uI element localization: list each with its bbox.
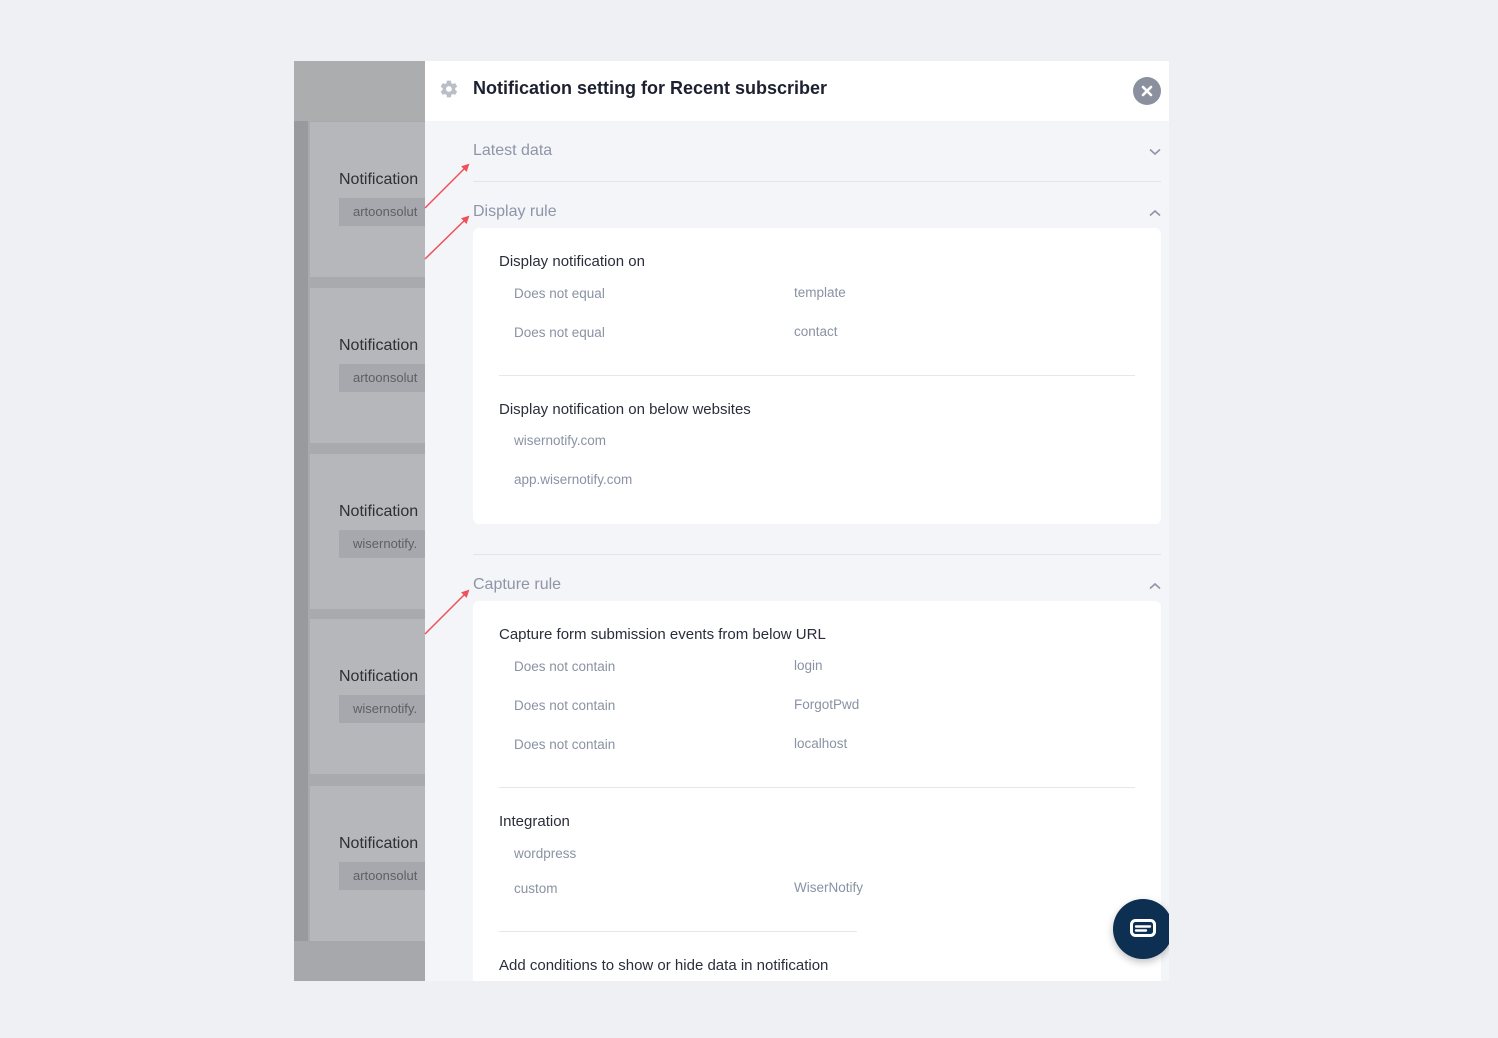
background-card-chip: artoonsolut [339,364,429,392]
background-card-chip: wisernotify. [339,530,429,558]
background-card-title: Notification [339,668,419,685]
background-card-title: Notification [339,503,419,520]
background-card-chip: artoonsolut [339,198,429,226]
close-button[interactable] [1133,77,1161,105]
background-bottom [294,941,425,981]
website-item: wisernotify.com [514,433,607,448]
websites-heading: Display notification on below websites [499,401,751,418]
screenshot-frame: Notification artoonsolut Notification ar… [294,61,1169,981]
conditions-heading: Add conditions to show or hide data in n… [499,957,829,974]
rule-condition: Does not equal [514,325,605,340]
background-card-title: Notification [339,835,419,852]
rule-condition: Does not equal [514,286,605,301]
background-card[interactable]: Notification artoonsolut [310,786,429,941]
section-divider [473,181,1161,182]
display-rule-card: Display notification on Does not equal t… [473,228,1161,524]
integration-name: wordpress [514,846,577,861]
background-card[interactable]: Notification artoonsolut [310,288,429,443]
rule-value: login [794,658,823,673]
chat-button[interactable] [1113,899,1169,959]
background-notification-list: Notification artoonsolut Notification ar… [294,61,429,981]
background-card[interactable]: Notification wisernotify. [310,454,429,609]
panel-header: Notification setting for Recent subscrib… [425,61,1169,121]
background-card-title: Notification [339,171,419,188]
rule-value: contact [794,324,838,339]
card-divider [499,375,1135,376]
rule-value: localhost [794,736,848,751]
gear-icon [440,80,458,98]
chevron-down-icon[interactable] [1149,148,1161,156]
integration-value: WiserNotify [794,880,864,895]
section-latest-data-toggle[interactable]: Latest data [473,142,552,160]
card-divider [499,787,1135,788]
integration-name: custom [514,881,558,896]
chat-icon [1130,919,1156,937]
capture-url-heading: Capture form submission events from belo… [499,626,826,643]
display-on-heading: Display notification on [499,253,645,270]
close-icon [1141,85,1153,97]
background-topbar [294,61,425,121]
background-card-chip: artoonsolut [339,862,429,890]
panel-title: Notification setting for Recent subscrib… [473,78,828,98]
capture-rule-card: Capture form submission events from belo… [473,601,1161,981]
rule-value: template [794,285,846,300]
rule-condition: Does not contain [514,659,616,674]
integration-heading: Integration [499,813,570,830]
rule-value: ForgotPwd [794,697,860,712]
background-card-title: Notification [339,337,419,354]
card-divider [499,931,857,932]
background-card[interactable]: Notification wisernotify. [310,619,429,774]
background-card-chip: wisernotify. [339,695,429,723]
section-display-rule-toggle[interactable]: Display rule [473,203,557,221]
chevron-up-icon[interactable] [1149,209,1161,217]
section-capture-rule-toggle[interactable]: Capture rule [473,576,561,594]
notification-settings-panel: Notification setting for Recent subscrib… [425,61,1169,981]
section-divider [473,554,1161,555]
rule-condition: Does not contain [514,737,616,752]
rule-condition: Does not contain [514,698,616,713]
background-rail [294,121,308,941]
website-item: app.wisernotify.com [514,472,633,487]
chevron-up-icon[interactable] [1149,582,1161,590]
background-card[interactable]: Notification artoonsolut [310,122,429,277]
